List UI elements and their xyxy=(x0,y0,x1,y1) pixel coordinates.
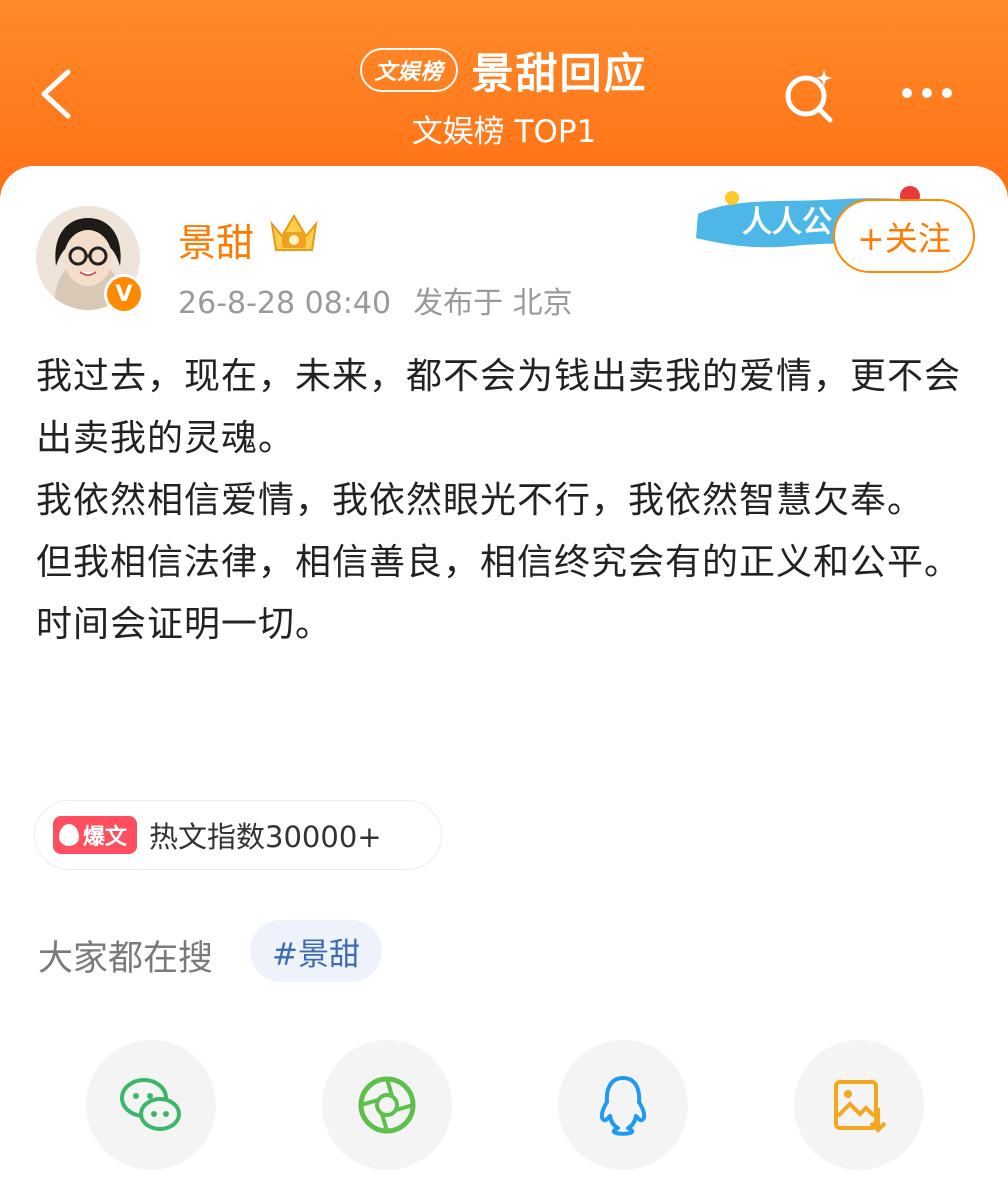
hot-badge: 爆文 xyxy=(53,816,138,854)
page-subtitle[interactable]: 文娱榜 TOP1 xyxy=(0,106,1008,151)
more-button[interactable] xyxy=(902,78,972,108)
post-location: 发布于 北京 xyxy=(413,286,573,321)
related-search-label: 大家都在搜 xyxy=(38,939,214,979)
post-meta: 26-8-28 08:40 发布于 北京 xyxy=(178,278,573,322)
share-wechat-button[interactable] xyxy=(86,1040,216,1170)
username[interactable]: 景甜 xyxy=(178,212,254,267)
verified-badge: V xyxy=(104,274,144,314)
hot-index-chip[interactable]: 爆文 热文指数30000+ xyxy=(34,800,442,870)
follow-button[interactable]: +关注 xyxy=(833,199,975,273)
more-dot-icon xyxy=(922,88,932,98)
hot-index-text: 热文指数30000+ xyxy=(149,820,382,854)
qq-icon xyxy=(599,1076,647,1136)
more-dot-icon xyxy=(902,88,912,98)
post-timestamp: 26-8-28 08:40 xyxy=(178,286,392,321)
post-card: V 景甜 26-8-28 08:40 发布于 北京 人人公 +关注 我过去，现在，… xyxy=(0,166,1008,1200)
moments-icon xyxy=(358,1076,416,1134)
post-paragraph: 时间会证明一切。 xyxy=(36,604,333,645)
banner-text: 人人公 xyxy=(742,205,832,240)
more-dot-icon xyxy=(942,88,952,98)
save-image-icon xyxy=(834,1080,887,1133)
hashtag-chip[interactable]: #景甜 xyxy=(250,920,382,982)
share-qq-button[interactable] xyxy=(558,1040,688,1170)
post-paragraph: 但我相信法律，相信善良，相信终究会有的正义和公平。 xyxy=(36,542,962,583)
post-body: 我过去，现在，未来，都不会为钱出卖我的爱情，更不会出卖我的灵魂。 我依然相信爱情… xyxy=(36,346,986,656)
post-paragraph: 我依然相信爱情，我依然眼光不行，我依然智慧欠奉。 xyxy=(36,480,925,521)
search-button[interactable] xyxy=(778,66,838,126)
save-image-button[interactable] xyxy=(794,1040,924,1170)
flame-icon xyxy=(59,824,79,846)
page-title: 景甜回应 xyxy=(471,48,648,98)
search-icon xyxy=(785,70,833,123)
crown-badge-icon[interactable] xyxy=(268,210,320,256)
share-moments-button[interactable] xyxy=(322,1040,452,1170)
wechat-icon xyxy=(120,1078,181,1131)
title-row: 文娱榜 景甜回应 xyxy=(0,40,1008,100)
post-paragraph: 我过去，现在，未来，都不会为钱出卖我的爱情，更不会出卖我的灵魂。 xyxy=(36,356,962,459)
channel-badge[interactable]: 文娱榜 xyxy=(360,48,458,92)
hot-badge-label: 爆文 xyxy=(83,825,128,850)
